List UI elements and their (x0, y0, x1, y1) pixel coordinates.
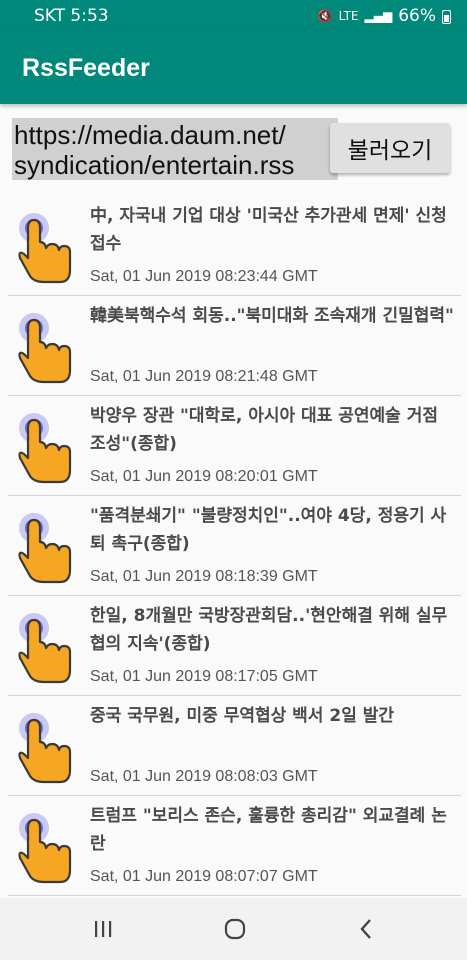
feed-item-title: 中, 자국내 기업 대상 '미국산 추가관세 면제' 신청접수 (90, 206, 447, 254)
feed-item-title: 박양우 장관 "대학로, 아시아 대표 공연예술 거점 조성"(종합) (90, 406, 438, 454)
feed-item[interactable]: 박양우 장관 "대학로, 아시아 대표 공연예술 거점 조성"(종합) Sat, … (8, 396, 461, 496)
tap-hand-icon (16, 510, 74, 584)
status-icons: 🔇 LTE ▂▄▆ 66% (318, 6, 451, 26)
tap-hand-icon (16, 710, 74, 784)
tap-hand-icon (16, 210, 74, 284)
feed-item-title: "품격분쇄기" "불량정치인"..여야 4당, 정용기 사퇴 촉구(종합) (90, 506, 447, 554)
tap-hand-icon (16, 810, 74, 884)
lte-label: LTE (338, 9, 359, 23)
feed-item-date: Sat, 01 Jun 2019 08:08:03 GMT (90, 768, 318, 785)
back-icon[interactable] (353, 916, 379, 942)
feed-item[interactable]: 韓美북핵수석 회동.."북미대화 조속재개 긴밀협력" Sat, 01 Jun 2… (8, 296, 461, 396)
app-bar: RssFeeder (0, 32, 467, 104)
feed-item-title: 트럼프 "보리스 존슨, 훌륭한 총리감" 외교결례 논란 (90, 806, 447, 854)
status-time: SKT 5:53 (34, 6, 109, 26)
feed-item-title: 韓美북핵수석 회동.."북미대화 조속재개 긴밀협력" (90, 306, 454, 326)
tap-hand-icon (16, 610, 74, 684)
feed-item-date: Sat, 01 Jun 2019 08:18:39 GMT (90, 568, 318, 585)
feed-item[interactable]: 中, 자국내 기업 대상 '미국산 추가관세 면제' 신청접수 Sat, 01 J… (8, 196, 461, 296)
app-title: RssFeeder (22, 54, 150, 82)
tap-hand-icon (16, 410, 74, 484)
feed-item[interactable]: 중국 국무원, 미중 무역협상 백서 2일 발간 Sat, 01 Jun 2019… (8, 696, 461, 796)
url-input[interactable]: https://media.daum.net/ syndication/ente… (12, 118, 338, 180)
recents-icon[interactable] (90, 916, 116, 942)
mute-icon: 🔇 (317, 9, 333, 23)
feed-item-date: Sat, 01 Jun 2019 08:21:48 GMT (90, 368, 318, 385)
battery-icon (442, 10, 451, 24)
feed-list: 中, 자국내 기업 대상 '미국산 추가관세 면제' 신청접수 Sat, 01 J… (8, 196, 461, 896)
signal-icon: ▂▄▆ (364, 9, 393, 23)
feed-item-title: 한일, 8개월만 국방장관회담..'현안해결 위해 실무협의 지속'(종합) (90, 606, 448, 654)
feed-item-date: Sat, 01 Jun 2019 08:17:05 GMT (90, 668, 318, 685)
feed-item-date: Sat, 01 Jun 2019 08:20:01 GMT (90, 468, 318, 485)
feed-item-date: Sat, 01 Jun 2019 08:07:07 GMT (90, 868, 318, 885)
nav-bar (0, 898, 467, 960)
feed-item-title: 중국 국무원, 미중 무역협상 백서 2일 발간 (90, 706, 395, 726)
feed-item[interactable]: 트럼프 "보리스 존슨, 훌륭한 총리감" 외교결례 논란 Sat, 01 Jun… (8, 796, 461, 896)
load-button[interactable]: 불러오기 (330, 123, 450, 173)
feed-item-date: Sat, 01 Jun 2019 08:23:44 GMT (90, 268, 318, 285)
battery-percent: 66% (398, 6, 436, 26)
status-bar: SKT 5:53 🔇 LTE ▂▄▆ 66% (0, 0, 467, 32)
feed-item[interactable]: "품격분쇄기" "불량정치인"..여야 4당, 정용기 사퇴 촉구(종합) Sat… (8, 496, 461, 596)
home-icon[interactable] (222, 916, 248, 942)
tap-hand-icon (16, 310, 74, 384)
feed-item[interactable]: 한일, 8개월만 국방장관회담..'현안해결 위해 실무협의 지속'(종합) Sa… (8, 596, 461, 696)
